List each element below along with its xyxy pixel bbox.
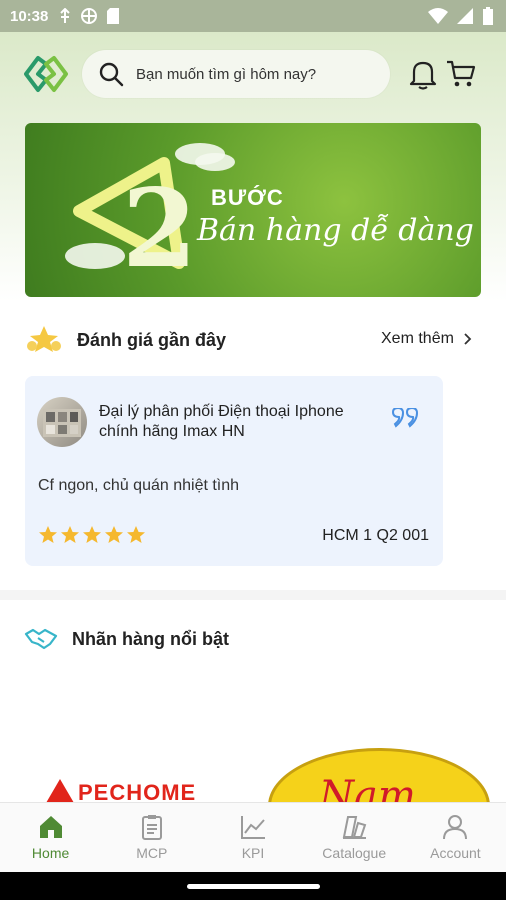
reviews-title: Đánh giá gần đây [77, 330, 227, 350]
search-placeholder: Bạn muốn tìm gì hôm nay? [136, 65, 317, 83]
tab-mcp[interactable]: MCP [101, 803, 202, 873]
brand-logo-nambuy-text: Nam buy [319, 773, 416, 802]
catalogue-icon [342, 816, 367, 839]
brand-logo-nambuy[interactable]: Nam buy [268, 748, 490, 802]
chart-line-icon [241, 816, 265, 839]
status-time: 10:38 [10, 7, 49, 25]
bottom-tab-bar: Home MCP KPI Catalogue Account [0, 802, 506, 873]
battery-icon [483, 7, 493, 25]
review-rating [38, 525, 146, 545]
tab-catalogue[interactable]: Catalogue [304, 803, 405, 873]
tab-account[interactable]: Account [405, 803, 506, 873]
vpn-icon [81, 8, 98, 24]
tab-home-label: Home [31, 845, 70, 861]
pechome-triangle-icon [46, 779, 74, 802]
banner-step-word: BƯỚC [211, 185, 284, 210]
user-icon [443, 815, 468, 840]
see-more-label: Xem thêm [381, 330, 454, 347]
handshake-icon [24, 628, 58, 650]
see-more-link[interactable]: Xem thêm [381, 330, 472, 348]
review-stars-icon [27, 326, 61, 352]
system-nav-bar [0, 872, 506, 900]
review-card[interactable]: Đại lý phân phối Điện thoại Iphone chính… [25, 376, 443, 566]
home-gesture-handle[interactable] [187, 884, 320, 889]
search-icon [99, 62, 124, 87]
search-bar[interactable]: Bạn muốn tìm gì hôm nay? [82, 50, 390, 98]
sd-card-icon [107, 8, 120, 24]
brand-logos-row: PECHOME Nam buy [0, 740, 506, 802]
tab-home[interactable]: Home [0, 803, 101, 873]
tab-kpi-label: KPI [241, 845, 265, 861]
banner-tagline: Bán hàng dễ dàng [197, 213, 474, 248]
home-icon [39, 816, 62, 838]
brand-logo-pechome-text: PECHOME [78, 780, 197, 802]
app-logo-icon[interactable] [24, 54, 68, 94]
section-divider [0, 590, 506, 600]
star-icon [105, 526, 123, 543]
review-store-code: HCM 1 Q2 001 [322, 527, 429, 544]
cart-icon[interactable] [445, 58, 477, 90]
star-icon [39, 526, 57, 543]
tab-account-label: Account [430, 845, 481, 861]
promo-banner[interactable]: 2 BƯỚC Bán hàng dễ dàng [25, 123, 481, 297]
star-icon [61, 526, 79, 543]
brands-title: Nhãn hàng nổi bật [72, 629, 229, 649]
tab-mcp-label: MCP [136, 845, 168, 861]
wifi-icon [428, 8, 448, 24]
star-icon [83, 526, 101, 543]
banner-number: 2 [122, 166, 198, 292]
status-bar: 10:38 [0, 0, 506, 32]
review-shop-name: Đại lý phân phối Điện thoại Iphone chính… [99, 403, 344, 440]
quote-icon [391, 408, 419, 428]
notification-bell-icon[interactable] [408, 58, 438, 90]
signal-icon [457, 8, 473, 24]
tab-kpi[interactable]: KPI [202, 803, 303, 873]
usb-icon [60, 8, 71, 23]
review-comment: Cf ngon, chủ quán nhiệt tình [38, 477, 240, 494]
star-icon [127, 526, 145, 543]
shop-avatar [37, 397, 87, 447]
tab-catalogue-label: Catalogue [322, 845, 387, 861]
clipboard-icon [141, 815, 162, 840]
chevron-right-icon [464, 333, 472, 345]
